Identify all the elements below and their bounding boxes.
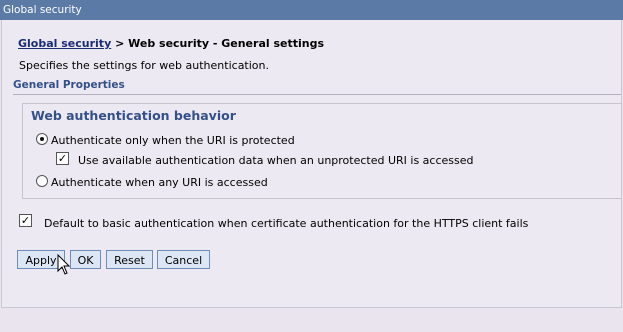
radio-authenticate-any[interactable] xyxy=(36,175,48,187)
checkbox-default-basic-auth-label: Default to basic authentication when cer… xyxy=(44,217,529,230)
mouse-pointer-icon xyxy=(57,254,71,275)
checkbox-use-available-auth[interactable]: ✓ xyxy=(56,152,69,165)
section-title: General Properties xyxy=(13,79,621,95)
radio-authenticate-any-label: Authenticate when any URI is accessed xyxy=(51,176,268,189)
group-legend: Web authentication behavior xyxy=(31,108,236,123)
ok-button[interactable]: OK xyxy=(70,250,101,269)
breadcrumb-link-global-security[interactable]: Global security xyxy=(18,37,111,50)
checkbox-use-available-auth-label: Use available authentication data when a… xyxy=(78,154,474,167)
window-title: Global security xyxy=(0,0,623,20)
breadcrumb: Global security > Web security - General… xyxy=(18,37,324,50)
cancel-button[interactable]: Cancel xyxy=(157,250,210,269)
checkbox-default-basic-auth[interactable]: ✓ xyxy=(19,214,32,227)
page-description: Specifies the settings for web authentic… xyxy=(19,59,269,72)
breadcrumb-current: > Web security - General settings xyxy=(111,37,325,50)
reset-button[interactable]: Reset xyxy=(106,250,153,269)
radio-authenticate-protected[interactable] xyxy=(36,133,48,145)
radio-authenticate-protected-label: Authenticate only when the URI is protec… xyxy=(51,134,295,147)
